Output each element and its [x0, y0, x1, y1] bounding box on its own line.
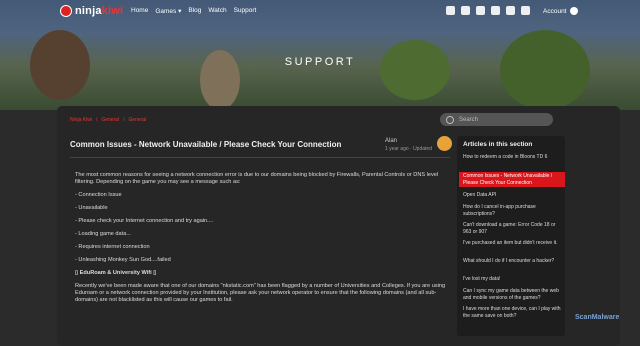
article-meta: 1 year ago · Updated [385, 146, 432, 152]
sidebar-item[interactable]: I have more than one device, can I play … [463, 306, 561, 319]
sidebar-item[interactable]: I've purchased an item but didn't receiv… [463, 240, 561, 247]
article-body: The most common reasons for seeing a net… [75, 172, 455, 310]
sidebar-item[interactable]: Open Data API [463, 192, 561, 199]
paragraph: - Requires internet connection [75, 244, 150, 250]
nav-home[interactable]: Home [131, 7, 148, 15]
breadcrumb-general-2[interactable]: General [129, 117, 147, 123]
paragraph: ▯ EduRoam & University Wifi ▯ [75, 270, 157, 276]
search-icon [446, 115, 454, 124]
breadcrumb-home[interactable]: Ninja Kiwi [70, 117, 92, 123]
divider [70, 157, 450, 158]
twitter-icon[interactable] [506, 6, 515, 15]
discord-icon[interactable] [476, 6, 485, 15]
nav-blog[interactable]: Blog [188, 7, 201, 15]
tiktok-icon[interactable] [461, 6, 470, 15]
ninja-logo-icon [60, 5, 72, 17]
sidebar: Articles in this section How to redeem a… [457, 136, 565, 336]
paragraph: Recently we've been made aware that one … [75, 283, 446, 303]
paragraph: The most common reasons for seeing a net… [75, 172, 439, 185]
sidebar-item[interactable]: Can I sync my game data between the web … [463, 288, 561, 301]
instagram-icon[interactable] [446, 6, 455, 15]
youtube-icon[interactable] [491, 6, 500, 15]
sidebar-title: Articles in this section [463, 141, 533, 148]
main-nav: Home Games ▾ Blog Watch Support [131, 7, 256, 15]
breadcrumb-general[interactable]: General [101, 117, 119, 123]
account-button[interactable]: Account [543, 7, 578, 15]
sidebar-item-active[interactable]: Common Issues - Network Unavailable / Pl… [459, 172, 565, 187]
hero-title: SUPPORT [284, 56, 356, 68]
author-avatar [437, 136, 452, 151]
breadcrumb: Ninja Kiwi / General / General [70, 117, 147, 123]
paragraph: - Unleashing Monkey Sun God....failed [75, 257, 171, 263]
search-input[interactable]: Search [440, 113, 553, 126]
ninjakiwi-logo[interactable]: ninjakiwi [60, 5, 123, 17]
account-icon [569, 7, 578, 15]
paragraph: - Connection Issue [75, 192, 122, 198]
social-links [446, 6, 530, 15]
sidebar-item[interactable]: How to redeem a code in Bloons TD 6 [463, 154, 561, 161]
watermark: ScanMalware [575, 314, 620, 321]
nav-watch[interactable]: Watch [208, 7, 226, 15]
nav-support[interactable]: Support [234, 7, 257, 15]
facebook-icon[interactable] [521, 6, 530, 15]
nav-games[interactable]: Games ▾ [155, 7, 181, 15]
paragraph: - Unavailable [75, 205, 108, 211]
article-title: Common Issues - Network Unavailable / Pl… [70, 140, 342, 149]
paragraph: - Loading game data... [75, 231, 131, 237]
sidebar-item[interactable]: How do I cancel in-app purchase subscrip… [463, 204, 561, 217]
paragraph: - Please check your Internet connection … [75, 218, 214, 224]
article-author[interactable]: Alan [385, 138, 397, 144]
sidebar-item[interactable]: Can't download a game: Error Code 18 or … [463, 222, 561, 235]
sidebar-item[interactable]: I've lost my data! [463, 276, 561, 283]
sidebar-item[interactable]: What should I do if I encounter a hacker… [463, 258, 561, 265]
